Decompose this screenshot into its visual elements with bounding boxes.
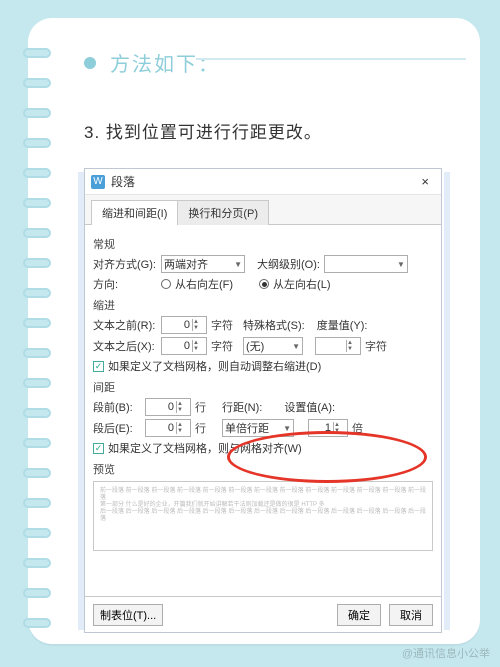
tabstops-button[interactable]: 制表位(T)... xyxy=(93,604,163,626)
watermark: @通讯信息小公举 xyxy=(402,645,490,661)
dialog-body: 常规 对齐方式(G): 两端对齐 ▼ 大纲级别(O): ▼ 方向: 从右向左(F… xyxy=(85,225,441,557)
spinner-arrows-icon: ▲▼ xyxy=(346,340,358,352)
linespacing-select[interactable]: 单倍行距 ▼ xyxy=(222,419,294,437)
cancel-button[interactable]: 取消 xyxy=(389,604,433,626)
chevron-down-icon: ▼ xyxy=(232,260,242,269)
spinner-arrows-icon: ▲▼ xyxy=(176,422,188,434)
space-before-unit: 行 xyxy=(195,399,206,415)
setat-value: 1 xyxy=(311,422,333,434)
page-heading: 方法如下： xyxy=(110,48,220,77)
binder-holes xyxy=(23,48,51,628)
direction-label: 方向: xyxy=(93,276,157,292)
step-text: 3. 找到位置可进行行距更改。 xyxy=(84,118,322,143)
outline-select[interactable]: ▼ xyxy=(324,255,408,273)
dialog-title: 段落 xyxy=(111,173,135,190)
indent-after-label: 文本之后(X): xyxy=(93,338,157,354)
outline-label: 大纲级别(O): xyxy=(257,256,320,272)
paragraph-dialog: W 段落 × 缩进和间距(I) 换行和分页(P) 常规 对齐方式(G): 两端对… xyxy=(84,168,442,633)
space-after-label: 段后(E): xyxy=(93,420,141,436)
special-format-select[interactable]: (无) ▼ xyxy=(243,337,303,355)
chevron-down-icon: ▼ xyxy=(281,424,291,433)
spinner-arrows-icon: ▲▼ xyxy=(176,401,188,413)
direction-ltr-label: 从左向右(L) xyxy=(273,276,330,292)
group-general: 常规 xyxy=(93,236,433,252)
bullet-dot xyxy=(84,57,96,69)
setat-spinner[interactable]: 1 ▲▼ xyxy=(308,419,348,437)
direction-rtl-radio[interactable] xyxy=(161,279,171,289)
ok-button[interactable]: 确定 xyxy=(337,604,381,626)
measure-unit: 字符 xyxy=(365,338,387,354)
indent-before-value: 0 xyxy=(164,319,192,331)
alignment-label: 对齐方式(G): xyxy=(93,256,157,272)
group-indent: 缩进 xyxy=(93,297,433,313)
space-after-value: 0 xyxy=(148,422,176,434)
preview-box: 前一段落 前一段落 前一段落 前一段落 前一段落 前一段落 前一段落 前一段落 … xyxy=(93,481,433,551)
indent-after-spinner[interactable]: 0 ▲▼ xyxy=(161,337,207,355)
notebook-page: 方法如下： 3. 找到位置可进行行距更改。 W 段落 × 缩进和间距(I) 换行… xyxy=(28,18,480,644)
setat-label: 设置值(A): xyxy=(284,399,335,415)
spinner-arrows-icon: ▲▼ xyxy=(192,319,204,331)
alignment-select[interactable]: 两端对齐 ▼ xyxy=(161,255,245,273)
measure-spinner[interactable]: ▲▼ xyxy=(315,337,361,355)
indent-before-spinner[interactable]: 0 ▲▼ xyxy=(161,316,207,334)
space-before-spinner[interactable]: 0 ▲▼ xyxy=(145,398,191,416)
tab-line-breaks[interactable]: 换行和分页(P) xyxy=(177,200,269,225)
dialog-tabs: 缩进和间距(I) 换行和分页(P) xyxy=(85,195,441,225)
indent-before-unit: 字符 xyxy=(211,317,233,333)
indent-grid-checkbox[interactable]: ✓ xyxy=(93,361,104,372)
heading-rule xyxy=(196,58,466,60)
spacing-grid-label: 如果定义了文档网格，则与网格对齐(W) xyxy=(108,440,302,456)
group-spacing: 间距 xyxy=(93,379,433,395)
dialog-footer: 制表位(T)... 确定 取消 xyxy=(85,596,441,632)
space-after-unit: 行 xyxy=(195,420,206,436)
indent-before-label: 文本之前(R): xyxy=(93,317,157,333)
chevron-down-icon: ▼ xyxy=(395,260,405,269)
spacing-grid-checkbox[interactable]: ✓ xyxy=(93,443,104,454)
close-button[interactable]: × xyxy=(415,174,435,189)
measure-label: 度量值(Y): xyxy=(317,317,368,333)
space-before-label: 段前(B): xyxy=(93,399,141,415)
spinner-arrows-icon: ▲▼ xyxy=(333,422,345,434)
tab-indent-spacing[interactable]: 缩进和间距(I) xyxy=(91,200,178,225)
indent-grid-label: 如果定义了文档网格，则自动调整右缩进(D) xyxy=(108,358,321,374)
app-logo-icon: W xyxy=(91,175,105,189)
tabstops-label: 制表位(T)... xyxy=(100,607,156,623)
setat-unit: 倍 xyxy=(352,420,363,436)
special-format-label: 特殊格式(S): xyxy=(243,317,305,333)
space-before-value: 0 xyxy=(148,401,176,413)
linespacing-label: 行距(N): xyxy=(222,399,262,415)
alignment-value: 两端对齐 xyxy=(164,256,208,272)
indent-after-unit: 字符 xyxy=(211,338,233,354)
page-edge-right xyxy=(444,172,450,630)
dialog-titlebar: W 段落 × xyxy=(85,169,441,195)
linespacing-value: 单倍行距 xyxy=(225,420,269,436)
indent-after-value: 0 xyxy=(164,340,192,352)
direction-ltr-radio[interactable] xyxy=(259,279,269,289)
group-preview: 预览 xyxy=(93,461,433,477)
chevron-down-icon: ▼ xyxy=(290,342,300,351)
space-after-spinner[interactable]: 0 ▲▼ xyxy=(145,419,191,437)
direction-rtl-label: 从右向左(F) xyxy=(175,276,233,292)
spinner-arrows-icon: ▲▼ xyxy=(192,340,204,352)
special-format-value: (无) xyxy=(246,338,264,354)
